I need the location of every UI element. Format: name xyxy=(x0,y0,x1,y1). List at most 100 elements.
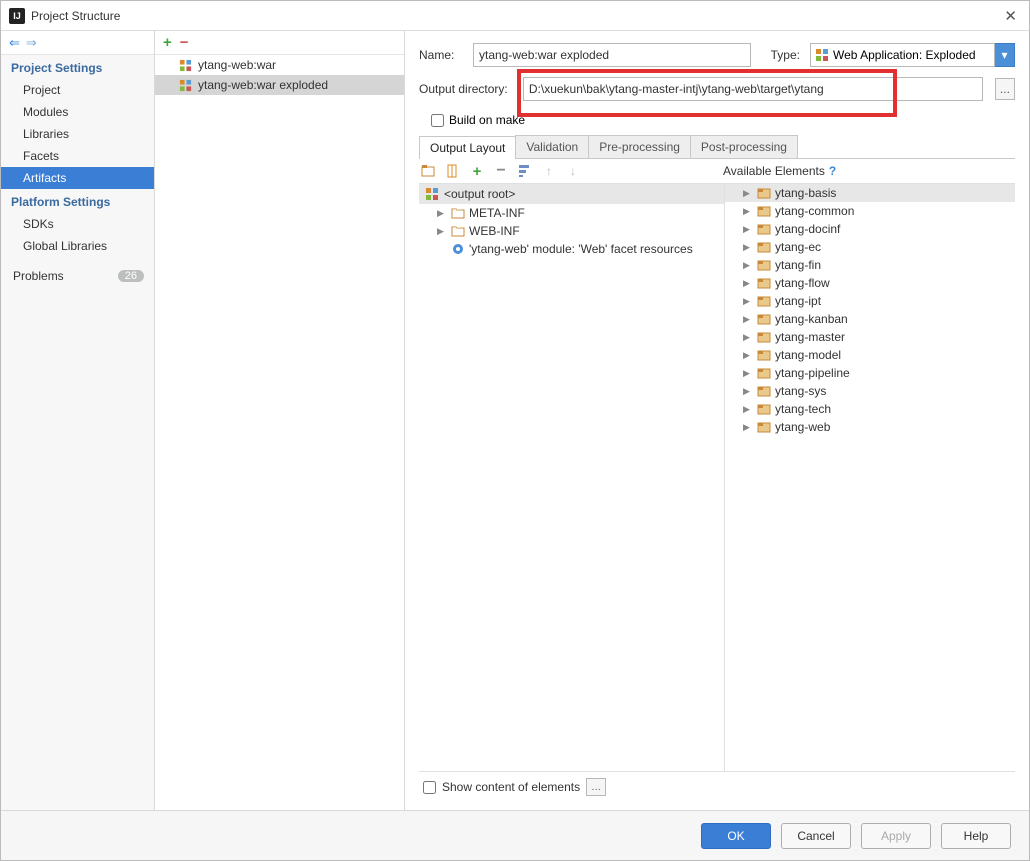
move-up-icon[interactable]: ↑ xyxy=(541,163,557,179)
show-content-checkbox[interactable] xyxy=(423,781,436,794)
expand-icon[interactable]: ▶ xyxy=(743,224,753,235)
expand-icon[interactable]: ▶ xyxy=(743,350,753,361)
artifact-name-input[interactable] xyxy=(473,43,751,67)
module-icon xyxy=(757,421,771,433)
artifact-toolbar: + − xyxy=(155,31,404,55)
available-element-item[interactable]: ▶ytang-docinf xyxy=(725,220,1015,238)
help-icon[interactable]: ? xyxy=(829,164,836,178)
tree-item-label: META-INF xyxy=(469,206,525,220)
build-on-make-label: Build on make xyxy=(449,113,525,127)
tab-validation[interactable]: Validation xyxy=(515,135,589,158)
ok-button[interactable]: OK xyxy=(701,823,771,849)
move-down-icon[interactable]: ↓ xyxy=(565,163,581,179)
cancel-button[interactable]: Cancel xyxy=(781,823,851,849)
new-archive-icon[interactable] xyxy=(445,163,461,179)
available-element-item[interactable]: ▶ytang-kanban xyxy=(725,310,1015,328)
output-dir-label: Output directory: xyxy=(419,82,517,96)
expand-icon[interactable]: ▶ xyxy=(437,208,447,219)
dropdown-icon[interactable]: ▾ xyxy=(995,43,1015,67)
artifact-item[interactable]: ytang-web:war xyxy=(155,55,404,75)
tab-pre-processing[interactable]: Pre-processing xyxy=(588,135,691,158)
artifact-item-label: ytang-web:war xyxy=(198,58,276,72)
tree-item-label: ytang-tech xyxy=(775,402,831,416)
expand-icon[interactable]: ▶ xyxy=(743,422,753,433)
artifact-item-label: ytang-web:war exploded xyxy=(198,78,328,92)
available-element-item[interactable]: ▶ ytang-common xyxy=(725,202,1015,220)
tree-item-label: WEB-INF xyxy=(469,224,520,238)
expand-icon[interactable]: ▶ xyxy=(743,260,753,271)
available-element-item[interactable]: ▶ ytang-tech xyxy=(725,400,1015,418)
build-on-make-checkbox[interactable] xyxy=(431,114,444,127)
output-layout-tree[interactable]: <output root> ▶ META-INF ▶ WEB-INF 'ytang-we… xyxy=(419,184,725,771)
tree-item-label: ytang-common xyxy=(775,204,854,218)
folder-icon xyxy=(451,225,465,237)
module-icon xyxy=(757,331,771,343)
problems-count-badge: 26 xyxy=(118,270,144,282)
tree-item-label: ytang-master xyxy=(775,330,845,344)
close-icon[interactable]: ✕ xyxy=(1000,7,1021,25)
sidebar-item-project[interactable]: Project xyxy=(1,79,154,101)
module-icon xyxy=(757,187,771,199)
expand-icon[interactable]: ▶ xyxy=(743,404,753,415)
available-element-item[interactable]: ▶ ytang-model xyxy=(725,346,1015,364)
expand-icon[interactable]: ▶ xyxy=(743,368,753,379)
sidebar-item-problems[interactable]: Problems 26 xyxy=(1,265,154,287)
available-element-item[interactable]: ▶ytang-sys xyxy=(725,382,1015,400)
new-folder-icon[interactable] xyxy=(421,163,437,179)
available-element-item[interactable]: ▶ytang-ec xyxy=(725,238,1015,256)
show-content-options-button[interactable]: … xyxy=(586,778,606,796)
available-element-item[interactable]: ▶ ytang-web xyxy=(725,418,1015,436)
sort-icon[interactable] xyxy=(517,163,533,179)
output-tree-item[interactable]: 'ytang-web' module: 'Web' facet resource… xyxy=(419,240,724,258)
output-tree-item[interactable]: ▶ META-INF xyxy=(419,204,724,222)
tree-item-label: ytang-model xyxy=(775,348,841,362)
sidebar-item-artifacts[interactable]: Artifacts xyxy=(1,167,154,189)
expand-icon[interactable]: ▶ xyxy=(743,296,753,307)
dialog-footer: OK Cancel Apply Help xyxy=(1,810,1029,860)
output-tree-item[interactable]: ▶ WEB-INF xyxy=(419,222,724,240)
tab-output-layout[interactable]: Output Layout xyxy=(419,136,516,159)
remove-artifact-icon[interactable]: − xyxy=(180,34,189,51)
output-directory-input[interactable] xyxy=(523,77,983,101)
tree-item-label: ytang-fin xyxy=(775,258,821,272)
available-element-item[interactable]: ▶ytang-pipeline xyxy=(725,364,1015,382)
expand-icon[interactable]: ▶ xyxy=(743,278,753,289)
expand-icon[interactable]: ▶ xyxy=(743,188,753,199)
sidebar-item-modules[interactable]: Modules xyxy=(1,101,154,123)
module-icon xyxy=(757,259,771,271)
available-elements-tree[interactable]: ▶ytang-basis▶ytang-common▶ytang-docinf▶y… xyxy=(725,184,1015,771)
expand-icon[interactable]: ▶ xyxy=(743,206,753,217)
sidebar-item-global-libraries[interactable]: Global Libraries xyxy=(1,235,154,257)
available-element-item[interactable]: ▶ytang-basis xyxy=(725,184,1015,202)
forward-icon[interactable]: ⇒ xyxy=(26,35,37,51)
tree-item-label: ytang-web xyxy=(775,420,830,434)
module-icon xyxy=(757,349,771,361)
help-button[interactable]: Help xyxy=(941,823,1011,849)
output-root-node[interactable]: <output root> xyxy=(419,184,724,204)
artifact-type-select[interactable]: Web Application: Exploded ▾ xyxy=(810,43,1015,67)
sidebar-item-facets[interactable]: Facets xyxy=(1,145,154,167)
sidebar: ⇐ ⇒ Project Settings ProjectModulesLibra… xyxy=(1,31,155,810)
add-artifact-icon[interactable]: + xyxy=(163,34,172,51)
sidebar-item-libraries[interactable]: Libraries xyxy=(1,123,154,145)
expand-icon[interactable]: ▶ xyxy=(743,386,753,397)
available-element-item[interactable]: ▶ ytang-fin xyxy=(725,256,1015,274)
expand-icon[interactable]: ▶ xyxy=(743,332,753,343)
sidebar-nav: ⇐ ⇒ xyxy=(1,31,154,55)
expand-icon[interactable]: ▶ xyxy=(743,242,753,253)
expand-icon[interactable]: ▶ xyxy=(743,314,753,325)
expand-icon[interactable]: ▶ xyxy=(437,226,447,237)
artifact-item[interactable]: ytang-web:war exploded xyxy=(155,75,404,95)
available-element-item[interactable]: ▶ ytang-master xyxy=(725,328,1015,346)
sidebar-item-sdks[interactable]: SDKs xyxy=(1,213,154,235)
remove-element-icon[interactable]: − xyxy=(493,163,509,179)
tab-post-processing[interactable]: Post-processing xyxy=(690,135,798,158)
window-title: Project Structure xyxy=(31,9,1000,23)
artifact-detail-panel: Name: Type: Web Application: Exploded ▾ … xyxy=(405,31,1029,810)
available-element-item[interactable]: ▶ytang-flow xyxy=(725,274,1015,292)
add-copy-icon[interactable]: + xyxy=(469,163,485,179)
apply-button[interactable]: Apply xyxy=(861,823,931,849)
browse-output-dir-button[interactable]: ... xyxy=(995,78,1015,100)
available-element-item[interactable]: ▶ytang-ipt xyxy=(725,292,1015,310)
back-icon[interactable]: ⇐ xyxy=(9,35,20,51)
